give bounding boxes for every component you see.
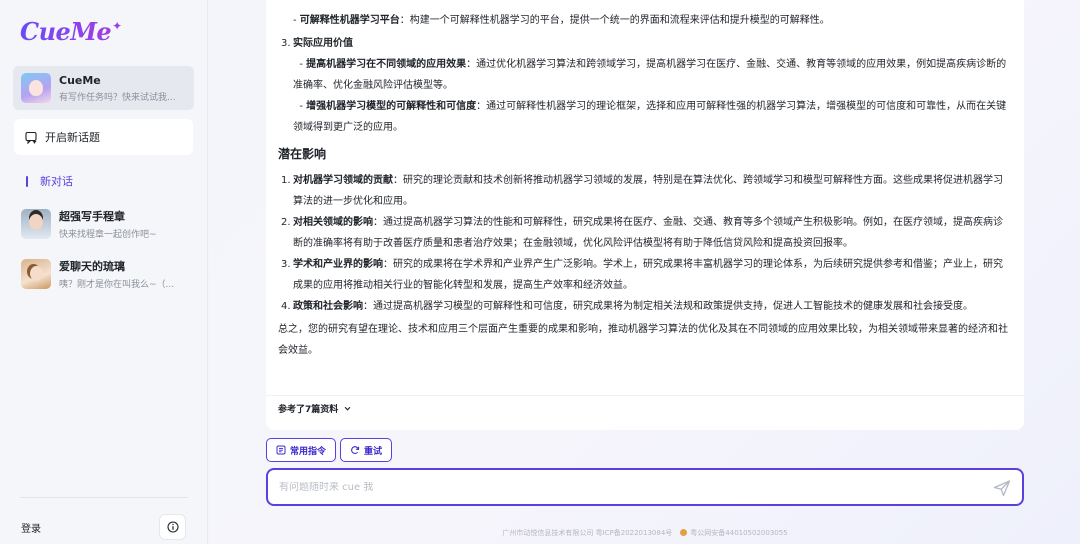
new-topic-button[interactable]: 开启新话题 <box>14 119 193 155</box>
avatar <box>21 259 51 289</box>
item-bold: 对相关领域的影响 <box>293 217 373 228</box>
summary-paragraph: 总之，您的研究有望在理论、技术和应用三个层面产生重要的成果和影响，推动机器学习算… <box>278 324 1008 356</box>
new-chat-icon <box>25 131 37 144</box>
dash: - <box>299 59 303 70</box>
info-button[interactable] <box>159 514 186 540</box>
item-bold: 对机器学习领域的贡献 <box>293 175 393 186</box>
sidebar: CueMe ✦ CueMe 有写作任务吗？快来试试我... 开启新话题 新对话 … <box>0 0 208 544</box>
list-item: 4. 政策和社会影响：通过提高机器学习模型的可解释性和可信度，研究成果将为制定相… <box>278 296 1008 317</box>
item-number: 4. <box>281 301 291 312</box>
logo-text: CueMe <box>20 16 112 46</box>
dash: - <box>293 15 297 26</box>
item-number: 1. <box>281 175 291 186</box>
divider <box>20 497 188 498</box>
chat-subtitle: 咦？刚才是你在叫我么~（... <box>59 280 175 290</box>
common-commands-button[interactable]: 常用指令 <box>266 438 337 462</box>
chat-name: 爱聊天的琉璃 <box>59 260 125 273</box>
chat-subtitle: 有写作任务吗？快来试试我... <box>59 92 176 103</box>
police-badge-icon <box>680 529 688 536</box>
item-bold: 增强机器学习模型的可解释性和可信度 <box>306 101 477 112</box>
login-link[interactable]: 登录 <box>21 520 41 535</box>
info-icon <box>166 521 179 533</box>
references-toggle[interactable]: 参考了7篇资料 <box>278 402 352 415</box>
item-text: ：通过提高机器学习算法的性能和可解释性，研究成果将在医疗、金融、交通、教育等多个… <box>293 217 1003 249</box>
new-chat-label: 新对话 <box>40 175 73 188</box>
list-item: - 提高机器学习在不同领域的应用效果：通过优化机器学习算法和跨领域学习，提高机器… <box>278 54 1008 96</box>
section-heading: 潜在影响 <box>278 147 327 161</box>
assistant-message: - 可解释性机器学习平台：构建一个可解释性机器学习的平台，提供一个统一的界面和流… <box>266 0 1024 430</box>
sidebar-item-new-chat[interactable]: 新对话 <box>26 172 73 190</box>
list-item: 3. 学术和产业界的影响：研究的成果将在学术界和产业界产生广泛影响。学术上，研究… <box>278 254 1008 296</box>
chat-item-liuli[interactable]: 爱聊天的琉璃 咦？刚才是你在叫我么~（... <box>13 252 194 296</box>
chat-name: CueMe <box>59 73 101 87</box>
new-topic-label: 开启新话题 <box>45 131 100 144</box>
send-icon <box>993 480 1011 497</box>
main-panel: - 可解释性机器学习平台：构建一个可解释性机器学习的平台，提供一个统一的界面和流… <box>209 0 1080 544</box>
refresh-icon <box>351 446 360 455</box>
list-item: - 可解释性机器学习平台：构建一个可解释性机器学习的平台，提供一个统一的界面和流… <box>278 10 1008 31</box>
list-item: - 增强机器学习模型的可解释性和可信度：通过可解释性机器学习的理论框架，选择和应… <box>278 96 1008 138</box>
chevron-down-icon <box>344 406 351 411</box>
item-number: 2. <box>281 217 291 228</box>
active-indicator <box>26 175 28 187</box>
divider <box>266 395 1024 396</box>
section-title: 实际应用价值 <box>293 38 353 49</box>
chat-subtitle: 快来找程章一起创作吧~ <box>59 230 157 240</box>
dash: - <box>299 101 303 112</box>
list-item: 2. 对相关领域的影响：通过提高机器学习算法的性能和可解释性，研究成果将在医疗、… <box>278 212 1008 254</box>
send-button[interactable] <box>992 478 1012 498</box>
app-logo[interactable]: CueMe ✦ <box>20 16 122 46</box>
police-record[interactable]: 粤公网安备44010502003055 <box>690 529 787 537</box>
sparkle-icon: ✦ <box>112 19 123 33</box>
item-bold: 学术和产业界的影响 <box>293 259 383 270</box>
chat-name: 超强写手程章 <box>59 210 125 223</box>
chat-input-box[interactable] <box>266 468 1024 506</box>
chat-item-writer[interactable]: 超强写手程章 快来找程章一起创作吧~ <box>13 202 194 246</box>
chat-item-cueme[interactable]: CueMe 有写作任务吗？快来试试我... <box>13 66 194 110</box>
common-commands-label: 常用指令 <box>290 446 327 457</box>
item-text: ：研究的成果将在学术界和产业界产生广泛影响。学术上，研究成果将丰富机器学习的理论… <box>293 259 1003 291</box>
avatar <box>21 209 51 239</box>
chat-input[interactable] <box>279 481 969 493</box>
item-number: 3. <box>281 259 291 270</box>
footer: 广州市动悦信息技术有限公司 粤ICP备2022013084号 粤公网安备44010… <box>266 528 1024 538</box>
avatar <box>21 73 51 103</box>
company-info[interactable]: 广州市动悦信息技术有限公司 粤ICP备2022013084号 <box>502 529 672 537</box>
item-bold: 可解释性机器学习平台 <box>299 15 400 26</box>
item-number: 3. <box>281 38 291 49</box>
list-item: 1. 对机器学习领域的贡献：研究的理论贡献和技术创新将推动机器学习领域的发展，特… <box>278 170 1008 212</box>
item-text: ：研究的理论贡献和技术创新将推动机器学习领域的发展，特别是在算法优化、跨领域学习… <box>293 175 1003 207</box>
retry-button[interactable]: 重试 <box>340 438 393 462</box>
retry-label: 重试 <box>364 446 383 457</box>
item-bold: 政策和社会影响 <box>293 301 363 312</box>
message-body: - 可解释性机器学习平台：构建一个可解释性机器学习的平台，提供一个统一的界面和流… <box>278 15 1008 361</box>
command-icon <box>276 445 286 455</box>
references-label: 参考了7篇资料 <box>278 405 339 415</box>
item-text: ：通过提高机器学习模型的可解释性和可信度，研究成果将为制定相关法规和政策提供支持… <box>363 301 973 312</box>
list-item: 3. 实际应用价值 <box>278 33 1008 54</box>
item-text: ：构建一个可解释性机器学习的平台，提供一个统一的界面和流程来评估和提升模型的可解… <box>399 15 830 26</box>
item-bold: 提高机器学习在不同领域的应用效果 <box>306 59 467 70</box>
